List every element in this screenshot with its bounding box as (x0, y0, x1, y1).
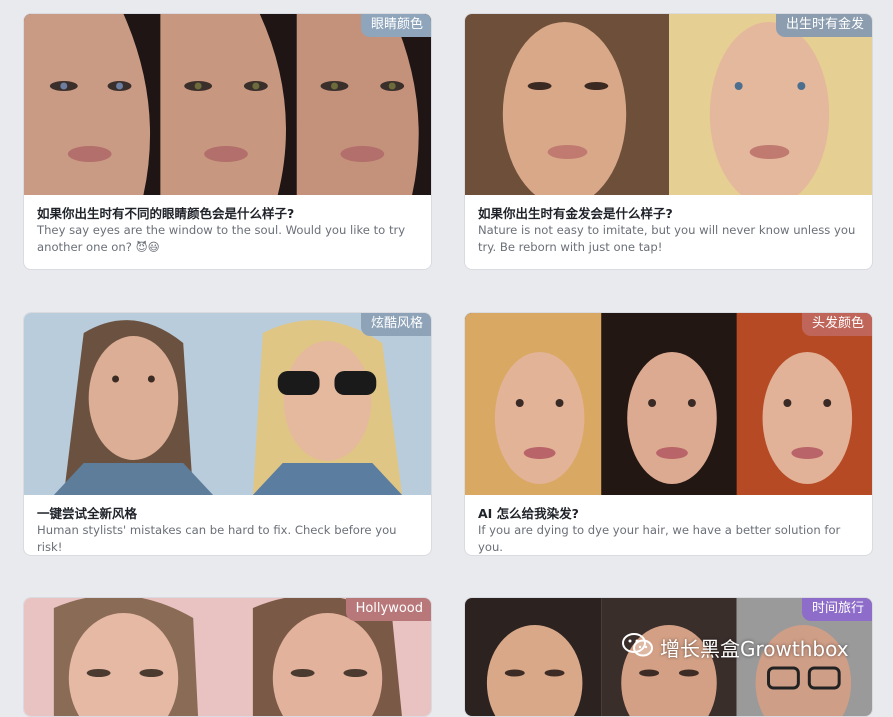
card-description: If you are dying to dye your hair, we ha… (478, 523, 841, 554)
card-image: Hollywood (24, 598, 431, 716)
card-description: They say eyes are the window to the soul… (37, 223, 406, 254)
category-badge: Hollywood (345, 598, 431, 621)
wechat-icon (622, 632, 654, 663)
watermark-text: 增长黑盒Growthbox (660, 637, 849, 661)
watermark: 增长黑盒Growthbox (622, 632, 849, 663)
card-title: AI 怎么给我染发? (478, 506, 579, 521)
category-badge: 眼睛颜色 (360, 14, 431, 37)
card-image: 头发颜色 (465, 313, 872, 495)
filter-card-eye-color[interactable]: 眼睛颜色 如果你出生时有不同的眼睛颜色会是什么样子? They say eyes… (23, 13, 432, 270)
card-image: 炫酷风格 (24, 313, 431, 495)
card-title: 如果你出生时有金发会是什么样子? (478, 206, 673, 221)
filter-card-hollywood[interactable]: Hollywood (23, 597, 432, 717)
filter-card-cool-style[interactable]: 炫酷风格 一键尝试全新风格 Human stylists' mistakes c… (23, 312, 432, 556)
card-description: Nature is not easy to imitate, but you w… (478, 223, 856, 254)
filter-card-hair-color[interactable]: 头发颜色 AI 怎么给我染发? If you are dying to dye … (464, 312, 873, 556)
card-image: 眼睛颜色 (24, 14, 431, 195)
category-badge: 时间旅行 (801, 598, 872, 621)
category-badge: 头发颜色 (801, 313, 872, 336)
category-badge: 出生时有金发 (775, 14, 872, 37)
card-title: 如果你出生时有不同的眼睛颜色会是什么样子? (37, 206, 295, 221)
category-badge: 炫酷风格 (360, 313, 431, 336)
card-image: 出生时有金发 (465, 14, 872, 195)
filter-card-blonde[interactable]: 出生时有金发 如果你出生时有金发会是什么样子? Nature is not ea… (464, 13, 873, 270)
card-title: 一键尝试全新风格 (37, 506, 138, 521)
card-description: Human stylists' mistakes can be hard to … (37, 523, 397, 554)
